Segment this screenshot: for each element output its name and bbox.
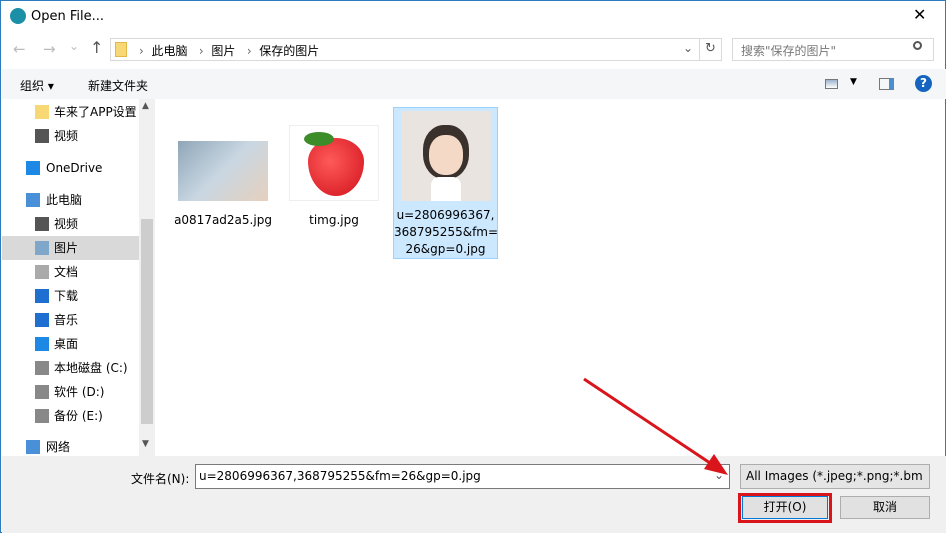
annotation-arrow	[583, 377, 728, 475]
open-file-dialog: Open File... ✕ ← → ⌄ ↑ › 此电脑 › 图片 › 保存的图…	[0, 0, 946, 533]
